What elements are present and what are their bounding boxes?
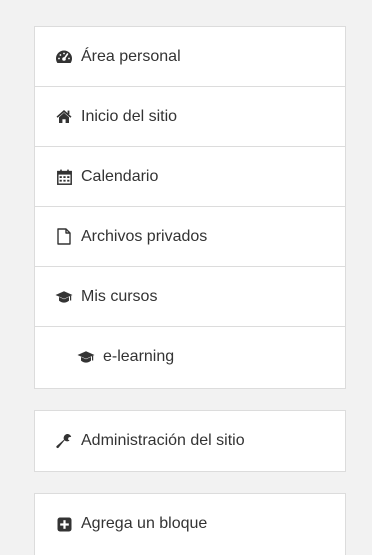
nav-item-label: Calendario	[81, 167, 159, 185]
nav-item-archivos-privados[interactable]: Archivos privados	[35, 207, 345, 267]
nav-item-area-personal[interactable]: Área personal	[35, 27, 345, 87]
graduation-cap-icon	[55, 288, 73, 306]
nav-item-label: Mis cursos	[81, 287, 158, 305]
dashboard-icon	[55, 48, 73, 66]
add-block-label: Agrega un bloque	[81, 515, 208, 532]
nav-item-mis-cursos[interactable]: Mis cursos	[35, 267, 345, 327]
calendar-icon	[55, 168, 73, 186]
add-block-panel: Agrega un bloque	[34, 493, 346, 555]
site-administration-link[interactable]: Administración del sitio	[35, 411, 345, 471]
navigation-block: Área personal Inicio del sitio Calendari…	[34, 26, 346, 389]
site-administration-label: Administración del sitio	[81, 432, 245, 449]
add-block-button[interactable]: Agrega un bloque	[35, 494, 345, 554]
wrench-icon	[55, 432, 73, 450]
nav-item-inicio-del-sitio[interactable]: Inicio del sitio	[35, 87, 345, 147]
plus-square-icon	[55, 515, 73, 533]
nav-item-label: Inicio del sitio	[81, 107, 178, 125]
nav-item-e-learning[interactable]: e-learning	[35, 327, 345, 387]
nav-item-label: e-learning	[103, 348, 175, 365]
file-icon	[55, 228, 73, 246]
nav-item-label: Área personal	[81, 47, 181, 65]
graduation-cap-icon	[77, 348, 95, 366]
nav-item-calendario[interactable]: Calendario	[35, 147, 345, 207]
administration-block: Administración del sitio	[34, 410, 346, 472]
nav-item-label: Archivos privados	[81, 227, 208, 245]
home-icon	[55, 108, 73, 126]
